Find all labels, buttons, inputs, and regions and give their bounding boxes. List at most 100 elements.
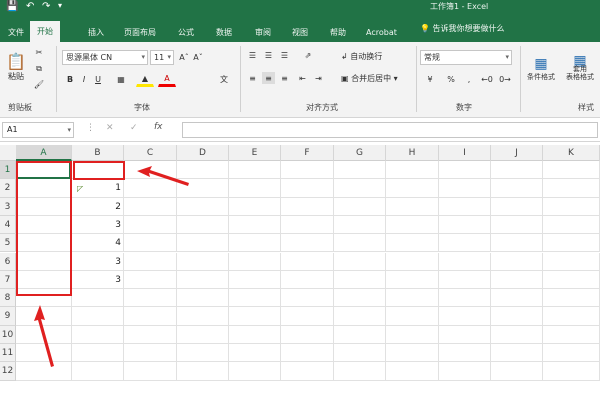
cell-g6[interactable]	[334, 252, 386, 271]
cell-d9[interactable]	[177, 307, 229, 326]
row-header-4[interactable]: 4	[0, 215, 16, 235]
format-as-table-button[interactable]: ▦ 套用 表格格式	[562, 46, 598, 92]
cell-f8[interactable]	[281, 289, 334, 308]
row-header-3[interactable]: 3	[0, 197, 16, 216]
cell-i10[interactable]	[439, 325, 491, 344]
cell-f7[interactable]	[281, 270, 334, 290]
cell-i2[interactable]	[439, 179, 491, 198]
cell-k4[interactable]	[543, 215, 600, 235]
borders-icon[interactable]: ▦	[112, 72, 130, 87]
cell-c8[interactable]	[124, 289, 177, 308]
cell-d8[interactable]	[177, 289, 229, 308]
tab-insert[interactable]: 插入	[88, 23, 104, 42]
font-size-dropdown[interactable]: 11 ▾	[150, 50, 174, 65]
decrease-indent-icon[interactable]: ⇤	[296, 72, 309, 84]
copy-icon[interactable]: ⧉	[32, 62, 46, 75]
cell-i11[interactable]	[439, 344, 491, 363]
cell-k10[interactable]	[543, 325, 600, 344]
row-header-10[interactable]: 10	[0, 325, 16, 344]
cell-j6[interactable]	[491, 252, 543, 271]
cell-c9[interactable]	[124, 307, 177, 326]
cell-h2[interactable]	[386, 179, 439, 198]
cut-icon[interactable]: ✂	[32, 46, 46, 59]
cell-f1[interactable]	[281, 161, 334, 180]
cell-c1[interactable]	[124, 161, 177, 180]
cell-d11[interactable]	[177, 344, 229, 363]
cell-k8[interactable]	[543, 289, 600, 308]
column-header-b[interactable]: B	[72, 145, 124, 161]
tab-formulas[interactable]: 公式	[178, 23, 194, 42]
cell-f2[interactable]	[281, 179, 334, 198]
cell-e12[interactable]	[229, 362, 281, 381]
redo-icon[interactable]: ↷	[42, 1, 50, 12]
cell-k2[interactable]	[543, 179, 600, 198]
cell-h7[interactable]	[386, 270, 439, 290]
bold-icon[interactable]: B	[64, 72, 76, 87]
cell-c2[interactable]	[124, 179, 177, 198]
cell-h9[interactable]	[386, 307, 439, 326]
formula-input[interactable]	[182, 122, 598, 138]
error-indicator-icon[interactable]: ◸	[77, 184, 83, 193]
cell-e7[interactable]	[229, 270, 281, 290]
cell-j12[interactable]	[491, 362, 543, 381]
cell-i7[interactable]	[439, 270, 491, 290]
cell-e9[interactable]	[229, 307, 281, 326]
cell-e5[interactable]	[229, 234, 281, 253]
orientation-icon[interactable]: ⇗	[300, 49, 316, 61]
column-header-k[interactable]: K	[543, 145, 600, 161]
cell-j9[interactable]	[491, 307, 543, 326]
cell-e11[interactable]	[229, 344, 281, 363]
row-header-6[interactable]: 6	[0, 252, 16, 271]
cell-h5[interactable]	[386, 234, 439, 253]
cell-e2[interactable]	[229, 179, 281, 198]
cell-d7[interactable]	[177, 270, 229, 290]
row-header-7[interactable]: 7	[0, 270, 16, 290]
tab-home[interactable]: 开始	[30, 21, 60, 42]
cell-h3[interactable]	[386, 197, 439, 216]
cell-c4[interactable]	[124, 215, 177, 235]
cell-d10[interactable]	[177, 325, 229, 344]
cancel-icon[interactable]: ✕	[106, 123, 114, 133]
italic-icon[interactable]: I	[78, 72, 90, 87]
cell-i1[interactable]	[439, 161, 491, 180]
fill-color-icon[interactable]: ▲	[136, 72, 154, 87]
cell-i3[interactable]	[439, 197, 491, 216]
phonetic-icon[interactable]: 文	[216, 72, 232, 87]
column-header-d[interactable]: D	[177, 145, 229, 161]
cell-h8[interactable]	[386, 289, 439, 308]
cell-g4[interactable]	[334, 215, 386, 235]
row-header-9[interactable]: 9	[0, 307, 16, 326]
cell-k12[interactable]	[543, 362, 600, 381]
cell-c7[interactable]	[124, 270, 177, 290]
column-header-c[interactable]: C	[124, 145, 177, 161]
cell-d5[interactable]	[177, 234, 229, 253]
cell-b10[interactable]	[72, 325, 124, 344]
cell-a12[interactable]	[16, 362, 72, 381]
save-icon[interactable]: 💾	[6, 1, 18, 12]
cell-d4[interactable]	[177, 215, 229, 235]
column-header-h[interactable]: H	[386, 145, 439, 161]
cell-c11[interactable]	[124, 344, 177, 363]
merge-center-button[interactable]: ▣ 合并后居中 ▾	[340, 71, 399, 85]
column-header-j[interactable]: J	[491, 145, 543, 161]
align-bottom-icon[interactable]: ☰	[278, 49, 291, 61]
currency-icon[interactable]: ¥	[422, 72, 438, 86]
cell-i5[interactable]	[439, 234, 491, 253]
cell-e10[interactable]	[229, 325, 281, 344]
tab-help[interactable]: 帮助	[330, 23, 346, 42]
cell-h4[interactable]	[386, 215, 439, 235]
paste-button[interactable]: 📋 粘贴	[4, 46, 28, 88]
cell-j2[interactable]	[491, 179, 543, 198]
cell-g1[interactable]	[334, 161, 386, 180]
cell-g11[interactable]	[334, 344, 386, 363]
cell-i8[interactable]	[439, 289, 491, 308]
cell-a11[interactable]	[16, 344, 72, 363]
cell-e6[interactable]	[229, 252, 281, 271]
cell-g5[interactable]	[334, 234, 386, 253]
cell-b12[interactable]	[72, 362, 124, 381]
cell-g8[interactable]	[334, 289, 386, 308]
increase-indent-icon[interactable]: ⇥	[312, 72, 325, 84]
increase-decimal-icon[interactable]: ←0	[480, 72, 494, 86]
cell-c10[interactable]	[124, 325, 177, 344]
column-header-f[interactable]: F	[281, 145, 334, 161]
